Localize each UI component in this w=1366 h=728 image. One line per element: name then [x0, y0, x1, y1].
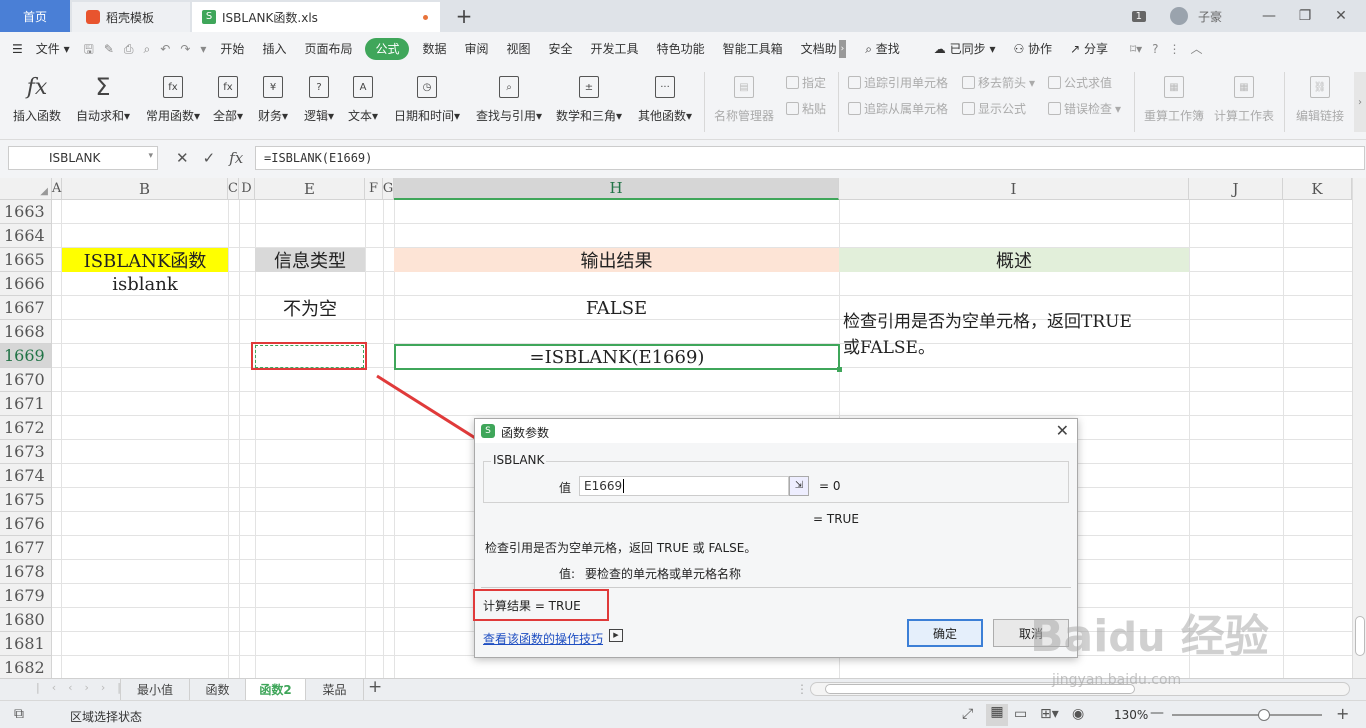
- watermark-url: jingyan.baidu.com: [1052, 672, 1182, 688]
- ok-button[interactable]: 确定: [907, 619, 983, 647]
- zoom-level[interactable]: 130%: [1114, 708, 1148, 722]
- zoom-in-icon[interactable]: +: [1336, 704, 1349, 723]
- dialog-divider: [481, 587, 1071, 588]
- argument-group-title: ISBLANK: [491, 453, 547, 467]
- normal-view-icon[interactable]: ▦: [986, 704, 1008, 726]
- status-bar: ⧉ 区域选择状态 ⤢ ▦ ▭ ⊞▾ ◉ 130% — +: [0, 700, 1366, 728]
- argument-result: = 0: [819, 479, 841, 493]
- sheet-tab-more-icon[interactable]: ⋮: [796, 682, 808, 696]
- argument-description-label: 值:: [559, 567, 576, 581]
- sheet-tab-function2[interactable]: 函数2: [246, 679, 306, 700]
- wps-logo-icon: S: [481, 424, 495, 438]
- fullscreen-icon[interactable]: ⤢: [962, 706, 973, 722]
- macro-record-icon[interactable]: ⧉: [14, 706, 24, 722]
- argument-input[interactable]: E1669: [579, 476, 789, 496]
- argument-input-value: E1669: [584, 479, 623, 493]
- function-description: 检查引用是否为空单元格，返回 TRUE 或 FALSE。: [485, 541, 757, 555]
- page-break-view-icon[interactable]: ⊞▾: [1040, 706, 1059, 722]
- zoom-slider-thumb[interactable]: [1258, 709, 1270, 721]
- dialog-title: 函数参数: [501, 426, 550, 440]
- sheet-tab-function[interactable]: 函数: [190, 679, 246, 700]
- wps-spreadsheet-window: 首页 稻壳模板 S ISBLANK函数.xls + 1 子豪 — ❐ ✕ ☰ 文…: [0, 0, 1366, 728]
- highlight-box-result: [473, 589, 609, 621]
- baidu-watermark: Baidu 经验: [1030, 611, 1269, 662]
- dialog-close-icon[interactable]: ✕: [1056, 421, 1069, 440]
- add-sheet-icon[interactable]: +: [368, 677, 382, 697]
- text-caret: [623, 479, 625, 493]
- page-layout-view-icon[interactable]: ▭: [1014, 706, 1027, 722]
- video-icon[interactable]: ▶: [609, 629, 623, 642]
- sheet-tab-min[interactable]: 最小值: [120, 679, 190, 700]
- zoom-slider[interactable]: [1172, 709, 1322, 721]
- sheet-tab-dishes[interactable]: 菜品: [306, 679, 364, 700]
- eye-protection-icon[interactable]: ◉: [1072, 706, 1084, 722]
- function-result: = TRUE: [813, 512, 859, 526]
- argument-description: 要检查的单元格或单元格名称: [585, 567, 742, 581]
- function-arguments-dialog[interactable]: S 函数参数 ✕ ISBLANK 值 E1669 ⇲ = 0 = TRUE 检查…: [473, 418, 1078, 658]
- function-help-link[interactable]: 查看该函数的操作技巧: [483, 630, 603, 647]
- zoom-out-icon[interactable]: —: [1150, 705, 1164, 721]
- status-mode: 区域选择状态: [70, 710, 143, 724]
- dialog-title-bar: S 函数参数 ✕: [475, 419, 1077, 443]
- argument-label: 值: [559, 481, 572, 495]
- range-select-icon[interactable]: ⇲: [789, 476, 809, 496]
- sheet-nav-arrows-icon[interactable]: |‹‹››|: [36, 681, 133, 694]
